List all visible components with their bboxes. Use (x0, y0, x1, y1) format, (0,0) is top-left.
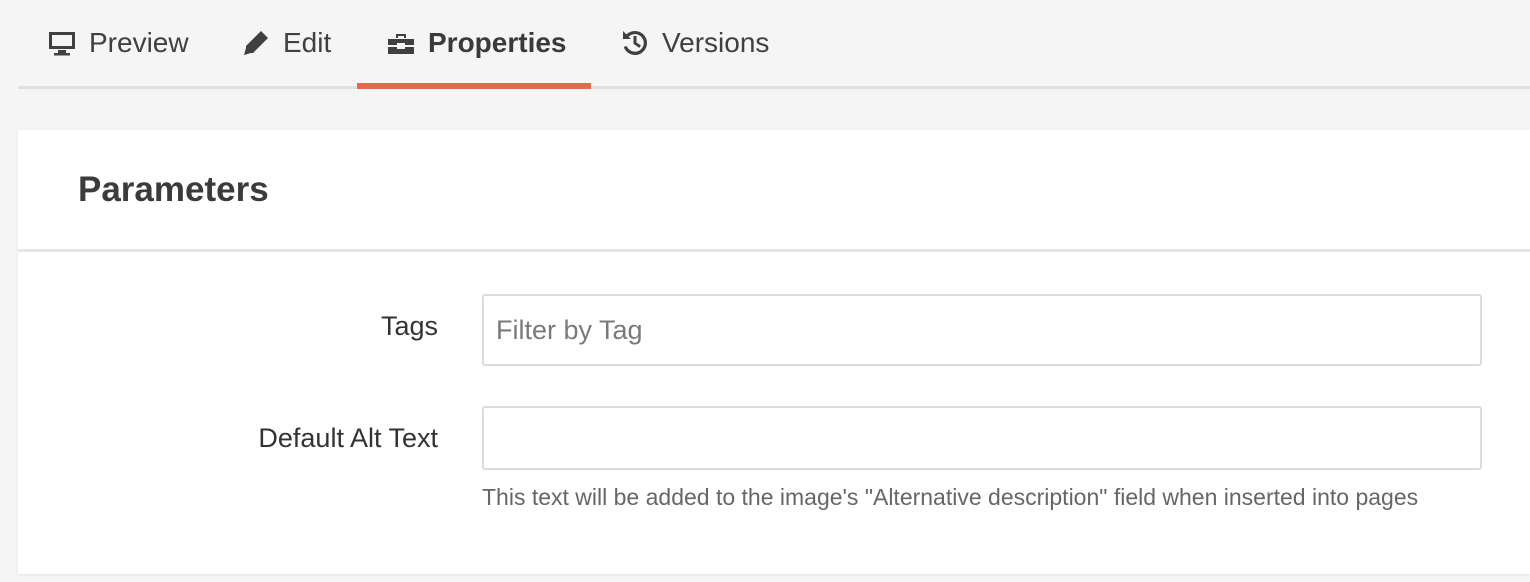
alt-text-help: This text will be added to the image's "… (482, 484, 1419, 510)
tab-versions-label: Versions (662, 27, 770, 58)
tab-properties[interactable]: Properties (357, 0, 591, 89)
monitor-icon (49, 32, 75, 56)
tab-preview[interactable]: Preview (47, 0, 189, 86)
tab-preview-label: Preview (89, 27, 189, 58)
tab-bar: Preview Edit Properties Versions (18, 0, 1530, 89)
panel-header: Parameters (18, 130, 1530, 252)
history-icon (623, 30, 648, 55)
tab-properties-label: Properties (428, 27, 567, 58)
tags-label: Tags (380, 311, 438, 341)
toolbox-icon (388, 34, 414, 54)
parameters-panel: Parameters Tags Default Alt Text This te… (18, 130, 1530, 574)
alt-text-label: Default Alt Text (258, 423, 438, 453)
panel-title: Parameters (78, 169, 269, 209)
tab-edit-label: Edit (283, 27, 332, 58)
alt-text-input[interactable] (482, 406, 1482, 470)
tab-versions[interactable]: Versions (620, 0, 769, 86)
tags-input[interactable] (482, 294, 1482, 366)
pencil-icon (244, 31, 268, 55)
tab-edit[interactable]: Edit (241, 0, 331, 86)
